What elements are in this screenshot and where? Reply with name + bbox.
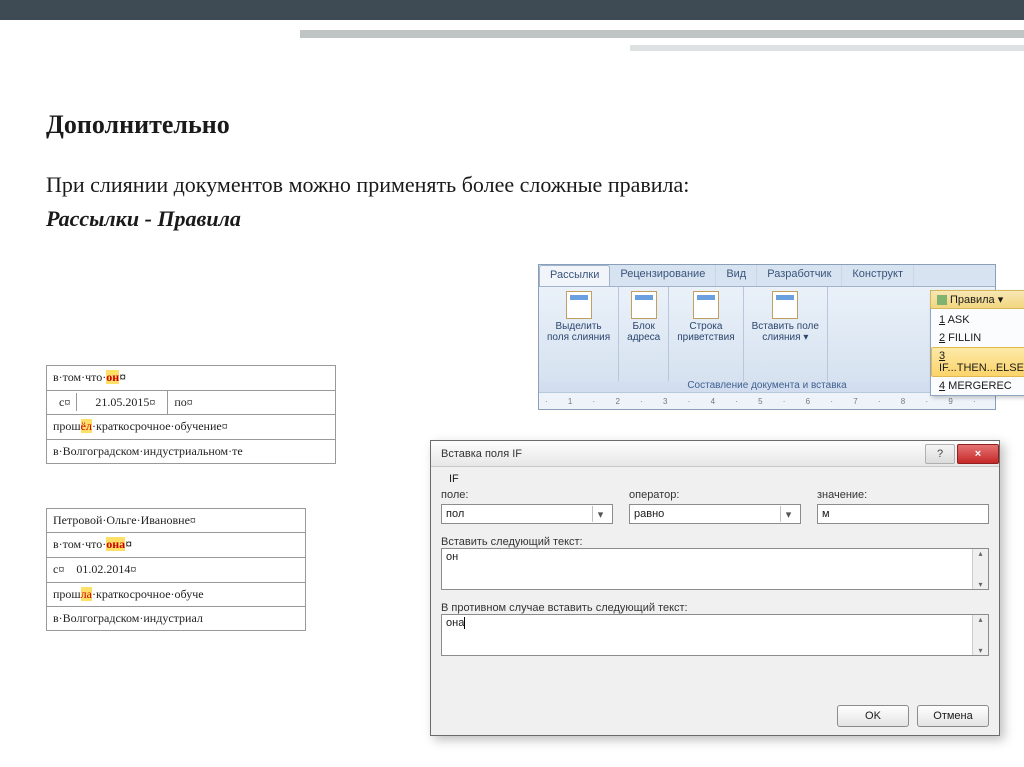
ribbon-group-caption: Составление документа и вставка <box>539 378 995 391</box>
dialog-title: Вставка поля IF <box>441 448 522 460</box>
scrollbar[interactable]: ▴▾ <box>972 615 988 655</box>
help-button[interactable]: ? <box>925 444 955 464</box>
text: прош <box>53 587 81 601</box>
ribbon-btn-highlight-merge-fields[interactable]: Выделитьполя слияния <box>539 287 619 381</box>
page-title: Дополнительно <box>46 110 230 140</box>
value-input[interactable]: м <box>817 504 989 524</box>
ribbon-btn-greeting-line[interactable]: Строкаприветствия <box>669 287 743 381</box>
ribbon-btn-insert-merge-field[interactable]: Вставить полеслияния ▾ <box>744 287 828 381</box>
true-text-label: Вставить следующий текст: <box>441 536 989 548</box>
menu-item-fillin[interactable]: 2 FILLIN <box>931 329 1024 347</box>
tab-developer[interactable]: Разработчик <box>757 265 842 286</box>
tab-review[interactable]: Рецензирование <box>610 265 716 286</box>
if-section-label: IF <box>449 473 459 485</box>
operator-label: оператор: <box>629 489 801 501</box>
text: в·том·что· <box>53 370 106 384</box>
slide-top-bar <box>0 0 1024 20</box>
para-mark: ¤ <box>125 538 132 552</box>
text: ·краткосрочное·обуче <box>92 587 204 601</box>
close-button[interactable]: × <box>957 444 999 464</box>
highlight-suffix: ла <box>81 587 92 601</box>
ruler: · 1 · 2 · 3 · 4 · 5 · 6 · 7 · 8 · 9 · 10… <box>539 392 995 409</box>
menu-item-mergerec[interactable]: 4 MERGEREC <box>931 377 1024 395</box>
doc-icon <box>566 291 592 319</box>
doc-icon <box>772 291 798 319</box>
text: в·Волгоградском·индустриальном·те <box>46 440 336 464</box>
page-subtitle-path: Рассылки - Правила <box>46 206 241 232</box>
tab-view[interactable]: Вид <box>716 265 757 286</box>
menu-item-if-then-else[interactable]: 3 IF...THEN...ELSE <box>931 347 1024 377</box>
para-mark: ¤ <box>119 371 126 385</box>
text: в·Волгоградском·индустриал <box>46 607 306 631</box>
slide-accent-bar-1 <box>300 30 1024 38</box>
tab-design[interactable]: Конструкт <box>842 265 914 286</box>
operator-combo[interactable]: равно▾ <box>629 504 801 524</box>
true-text-input[interactable]: он ▴▾ <box>441 548 989 590</box>
rules-dropdown: Правила ▾ 1 ASK 2 FILLIN 3 IF...THEN...E… <box>930 290 1024 396</box>
doc-snippet-1: в·том·что·он¤ с¤ 21.05.2015¤ по¤ прошёл·… <box>46 365 336 464</box>
tab-rassylki[interactable]: Рассылки <box>539 265 610 286</box>
dialog-titlebar: Вставка поля IF ? × <box>431 441 999 467</box>
text: в·том·что· <box>53 537 106 551</box>
highlight-suffix: ёл <box>81 419 92 433</box>
text: прош <box>53 419 81 433</box>
value-label: значение: <box>817 489 989 501</box>
rules-button[interactable]: Правила ▾ <box>930 290 1024 309</box>
doc-icon <box>693 291 719 319</box>
ribbon-btn-address-block[interactable]: Блокадреса <box>619 287 669 381</box>
insert-if-dialog: Вставка поля IF ? × IF поле: пол▾ операт… <box>430 440 1000 736</box>
chevron-down-icon: ▾ <box>592 506 608 522</box>
highlight-on: он <box>106 370 119 384</box>
text: Петровой·Ольге·Ивановне¤ <box>46 508 306 533</box>
slide-accent-bar-2 <box>630 45 1024 51</box>
field-combo[interactable]: пол▾ <box>441 504 613 524</box>
page-subtitle: При слиянии документов можно применять б… <box>46 172 946 198</box>
false-text-input[interactable]: она ▴▾ <box>441 614 989 656</box>
doc-icon <box>631 291 657 319</box>
rules-icon <box>937 295 947 305</box>
cell-from: с¤ 21.05.2015¤ <box>47 391 168 414</box>
chevron-down-icon: ▾ <box>780 506 796 522</box>
doc-snippet-2: Петровой·Ольге·Ивановне¤ в·том·что·она¤ … <box>46 508 306 631</box>
cell-to: по¤ <box>168 391 335 414</box>
text: ·краткосрочное·обучение¤ <box>92 419 228 433</box>
menu-item-ask[interactable]: 1 ASK <box>931 311 1024 329</box>
cell-from: с¤ 01.02.2014¤ <box>53 562 136 576</box>
ok-button[interactable]: OK <box>837 705 909 727</box>
cancel-button[interactable]: Отмена <box>917 705 989 727</box>
false-text-label: В противном случае вставить следующий те… <box>441 602 989 614</box>
ribbon-tabs: Рассылки Рецензирование Вид Разработчик … <box>539 265 995 287</box>
word-ribbon: Рассылки Рецензирование Вид Разработчик … <box>538 264 996 410</box>
highlight-ona: она <box>106 537 125 551</box>
field-label: поле: <box>441 489 613 501</box>
scrollbar[interactable]: ▴▾ <box>972 549 988 589</box>
